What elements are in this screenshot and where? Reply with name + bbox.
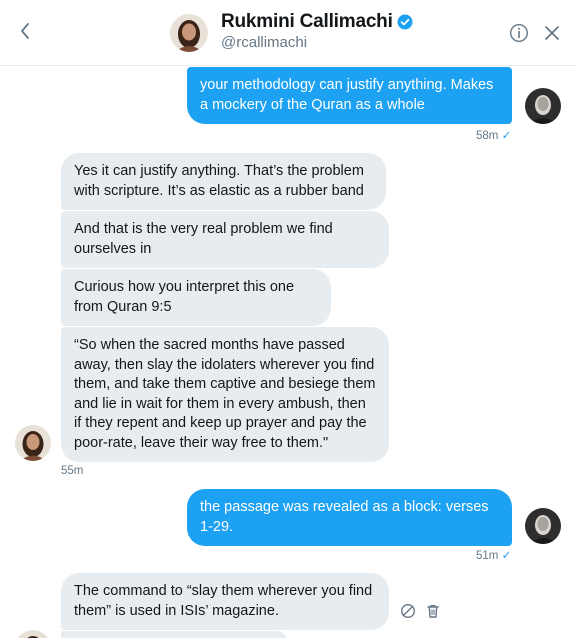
message-timestamp: 55m [61,465,84,477]
conversation-header: Rukmini Callimachi @rcallimachi [0,0,577,66]
incoming-message[interactable]: Curious how you interpret this one from … [61,269,331,326]
contact-avatar[interactable] [15,425,51,461]
incoming-message[interactable]: The command to “slay them wherever you f… [61,573,389,630]
user-handle: @rcallimachi [221,34,308,51]
own-avatar[interactable] [525,508,561,544]
read-check-icon: ✓ [501,130,512,142]
outgoing-message[interactable]: the passage was revealed as a block: ver… [187,489,512,546]
incoming-message[interactable] [61,631,287,638]
trash-icon[interactable] [425,603,441,619]
incoming-message[interactable]: “So when the sacred months have passed a… [61,327,389,462]
block-icon[interactable] [400,603,416,619]
incoming-message[interactable]: And that is the very real problem we fin… [61,211,389,268]
close-icon[interactable] [543,24,561,42]
contact-avatar[interactable] [15,630,51,638]
message-timestamp: 51m ✓ [476,550,512,562]
back-button[interactable] [14,20,36,42]
message-timestamp: 58m ✓ [476,130,512,142]
info-icon[interactable] [509,23,529,43]
header-avatar[interactable] [170,14,208,52]
back-arrow-icon [21,23,29,39]
incoming-message[interactable]: Yes it can justify anything. That’s the … [61,153,386,210]
display-name[interactable]: Rukmini Callimachi [221,11,393,33]
own-avatar[interactable] [525,88,561,124]
outgoing-message[interactable]: your methodology can justify anything. M… [187,67,512,124]
verified-icon [397,14,413,30]
read-check-icon: ✓ [501,550,512,562]
header-name-row: Rukmini Callimachi [221,11,413,33]
